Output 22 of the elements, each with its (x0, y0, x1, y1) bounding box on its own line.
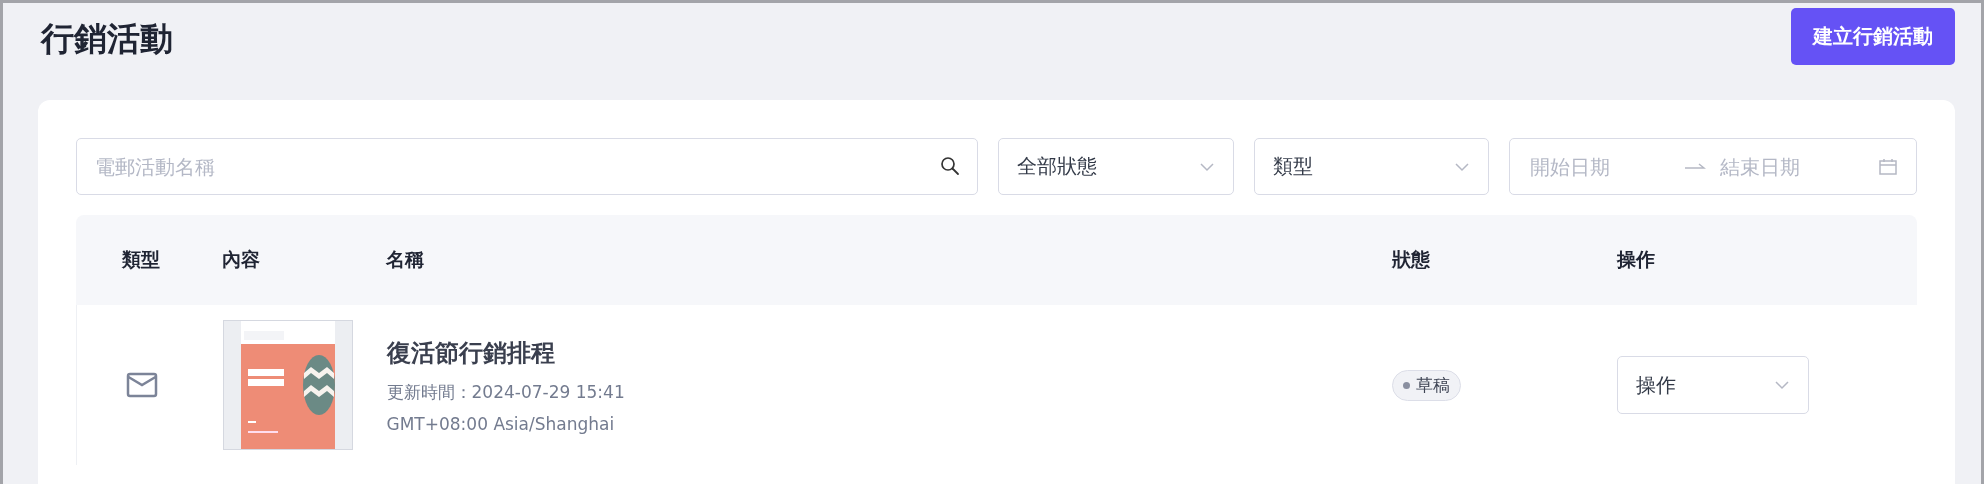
campaign-name: 復活節行銷排程 (386, 337, 556, 369)
column-header: 操作 (1617, 247, 1657, 272)
action-select[interactable]: 操作 (1617, 356, 1810, 414)
column-header: 狀態 (1391, 247, 1431, 272)
page-title: 行銷活動 (41, 18, 173, 60)
calendar-icon (1878, 156, 1898, 177)
updated-time: 更新時間：2024-07-29 15:41 (386, 380, 626, 404)
column-header: 名稱 (385, 247, 425, 272)
envelope-icon (125, 372, 158, 398)
chevron-down-icon (1454, 161, 1471, 172)
timezone: GMT+08:00 Asia/Shanghai (386, 413, 616, 434)
column-header: 類型 (120, 247, 161, 272)
column-header: 內容 (220, 247, 261, 272)
status-select[interactable]: 全部狀態 (998, 138, 1234, 195)
status-badge: 草稿 (1391, 369, 1461, 401)
search-field[interactable]: 電郵活動名稱 (76, 138, 978, 195)
chevron-down-icon (1774, 380, 1791, 390)
type-select[interactable]: 類型 (1253, 138, 1490, 195)
search-icon (940, 156, 960, 176)
date-range-field[interactable]: 開始日期 結束日期 (1509, 138, 1917, 195)
create-campaign-button[interactable]: 建立行銷活動 (1791, 8, 1955, 65)
chevron-down-icon (1198, 161, 1215, 172)
